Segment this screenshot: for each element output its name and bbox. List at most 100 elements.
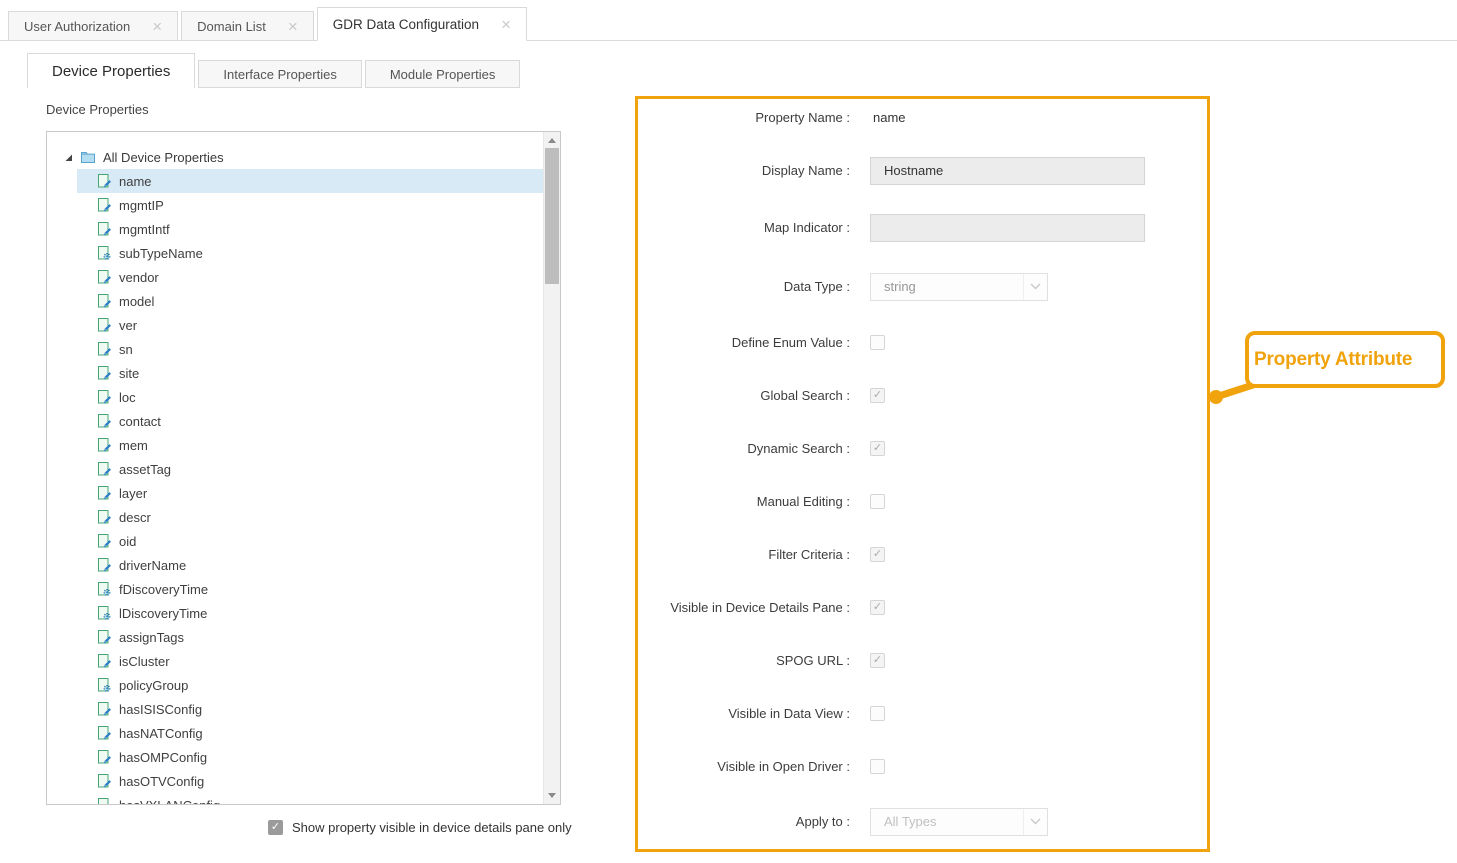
tree-item-label: contact <box>119 414 161 429</box>
close-tab-icon[interactable]: × <box>152 18 162 35</box>
global-search-checkbox[interactable]: ✓ <box>870 388 885 403</box>
tree-item-label: hasNATConfig <box>119 726 203 741</box>
show-visible-only-row: ✓ Show property visible in device detail… <box>268 820 572 835</box>
tab-interface-properties[interactable]: Interface Properties <box>198 60 361 88</box>
tab-device-properties[interactable]: Device Properties <box>27 53 195 88</box>
tree-item-iscluster[interactable]: isCluster <box>77 649 543 673</box>
property-gear-icon <box>96 677 112 693</box>
filter-criteria-row: Filter Criteria : ✓ <box>638 541 1207 568</box>
apply-to-row: Apply to : All Types <box>638 808 1207 835</box>
filter-criteria-label: Filter Criteria : <box>638 547 850 562</box>
device-properties-pane-title: Device Properties <box>46 102 149 117</box>
tree-item-ver[interactable]: ver <box>77 313 543 337</box>
tree-item-ldiscoverytime[interactable]: lDiscoveryTime <box>77 601 543 625</box>
visible-in-device-details-pane-label: Visible in Device Details Pane : <box>638 600 850 615</box>
visible-in-data-view-row: Visible in Data View : <box>638 700 1207 727</box>
property-attribute-callout: Property Attribute <box>1245 331 1445 388</box>
tree-item-assettag[interactable]: assetTag <box>77 457 543 481</box>
window-tab-domain-list[interactable]: Domain List × <box>181 11 314 40</box>
property-edit-icon <box>96 365 112 381</box>
visible-in-device-details-pane-row: Visible in Device Details Pane : ✓ <box>638 594 1207 621</box>
tree-item-label: name <box>119 174 152 189</box>
property-edit-icon <box>96 653 112 669</box>
selected-value: string <box>884 279 916 294</box>
dynamic-search-checkbox[interactable]: ✓ <box>870 441 885 456</box>
tree-item-name[interactable]: name <box>77 169 543 193</box>
property-name-label: Property Name : <box>638 110 850 125</box>
tree-item-mem[interactable]: mem <box>77 433 543 457</box>
window-tab-label: Domain List <box>197 19 266 34</box>
visible-in-data-view-checkbox[interactable] <box>870 706 885 721</box>
tree-item-sn[interactable]: sn <box>77 337 543 361</box>
tree-item-vendor[interactable]: vendor <box>77 265 543 289</box>
tree-item-mgmtip[interactable]: mgmtIP <box>77 193 543 217</box>
property-edit-icon <box>96 461 112 477</box>
property-edit-icon <box>96 317 112 333</box>
map-indicator-input[interactable] <box>870 214 1145 242</box>
scroll-up-icon[interactable] <box>544 132 560 149</box>
apply-to-select[interactable]: All Types <box>870 808 1048 836</box>
property-edit-icon <box>96 749 112 765</box>
property-edit-icon <box>96 557 112 573</box>
global-search-row: Global Search :✓ <box>638 382 1207 409</box>
tree-item-hasnatconfig[interactable]: hasNATConfig <box>77 721 543 745</box>
property-edit-icon <box>96 773 112 789</box>
data-type-select[interactable]: string <box>870 273 1048 301</box>
tree-item-oid[interactable]: oid <box>77 529 543 553</box>
window-tab-label: User Authorization <box>24 19 130 34</box>
tree-item-drivername[interactable]: driverName <box>77 553 543 577</box>
property-edit-icon <box>96 413 112 429</box>
tree-item-loc[interactable]: loc <box>77 385 543 409</box>
spog-url-label: SPOG URL : <box>638 653 850 668</box>
filter-criteria-checkbox[interactable]: ✓ <box>870 547 885 562</box>
tree-item-fdiscoverytime[interactable]: fDiscoveryTime <box>77 577 543 601</box>
tree-item-mgmtintf[interactable]: mgmtIntf <box>77 217 543 241</box>
folder-icon <box>80 149 96 165</box>
close-tab-icon[interactable]: × <box>288 18 298 35</box>
tree-root-all-device-properties[interactable]: All Device Properties <box>47 145 543 169</box>
scroll-down-icon[interactable] <box>544 787 560 804</box>
tree-item-hasotvconfig[interactable]: hasOTVConfig <box>77 769 543 793</box>
visible-in-open-driver-row: Visible in Open Driver : <box>638 753 1207 780</box>
tree-item-hasisisconfig[interactable]: hasISISConfig <box>77 697 543 721</box>
tab-module-properties[interactable]: Module Properties <box>365 60 521 88</box>
apply-to-label: Apply to : <box>638 814 850 829</box>
tree-item-hasompconfig[interactable]: hasOMPConfig <box>77 745 543 769</box>
tree-item-layer[interactable]: layer <box>77 481 543 505</box>
visible-in-device-details-pane-checkbox[interactable]: ✓ <box>870 600 885 615</box>
scrollbar-thumb[interactable] <box>545 148 559 284</box>
window-tab-user-authorization[interactable]: User Authorization × <box>8 11 178 40</box>
tree-item-hasvxlanconfig[interactable]: hasVXLANConfig <box>77 793 543 804</box>
close-tab-icon[interactable]: × <box>501 16 511 33</box>
tree-item-label: mem <box>119 438 148 453</box>
tree-item-contact[interactable]: contact <box>77 409 543 433</box>
spog-url-checkbox[interactable]: ✓ <box>870 653 885 668</box>
tree-item-policygroup[interactable]: policyGroup <box>77 673 543 697</box>
tree-root-label: All Device Properties <box>103 150 224 165</box>
manual-editing-checkbox[interactable] <box>870 494 885 509</box>
window-tab-gdr-data-configuration[interactable]: GDR Data Configuration× <box>317 7 527 41</box>
tree-item-subtypename[interactable]: subTypeName <box>77 241 543 265</box>
visible-in-open-driver-checkbox[interactable] <box>870 759 885 774</box>
define-enum-value-checkbox[interactable] <box>870 335 885 350</box>
tree-item-descr[interactable]: descr <box>77 505 543 529</box>
property-name-value: name <box>870 110 906 125</box>
tree-item-label: sn <box>119 342 133 357</box>
tree-item-label: loc <box>119 390 136 405</box>
property-attribute-form: Property Name :nameDisplay Name :Map Ind… <box>635 96 1210 852</box>
tree-item-site[interactable]: site <box>77 361 543 385</box>
tab-label: Device Properties <box>52 63 170 80</box>
tree-item-assigntags[interactable]: assignTags <box>77 625 543 649</box>
dynamic-search-row: Dynamic Search :✓ <box>638 435 1207 462</box>
define-enum-value-row: Define Enum Value : <box>638 329 1207 356</box>
property-edit-icon <box>96 797 112 804</box>
property-edit-icon <box>96 269 112 285</box>
tree-scrollbar[interactable] <box>543 132 560 804</box>
display-name-input[interactable] <box>870 157 1145 185</box>
property-edit-icon <box>96 221 112 237</box>
device-properties-tree-panel: All Device PropertiesnamemgmtIPmgmtIntfs… <box>46 131 561 805</box>
expander-icon[interactable] <box>64 153 73 162</box>
tree-item-model[interactable]: model <box>77 289 543 313</box>
show-visible-only-checkbox[interactable]: ✓ <box>268 820 283 835</box>
map-indicator-row: Map Indicator : <box>638 214 1207 241</box>
